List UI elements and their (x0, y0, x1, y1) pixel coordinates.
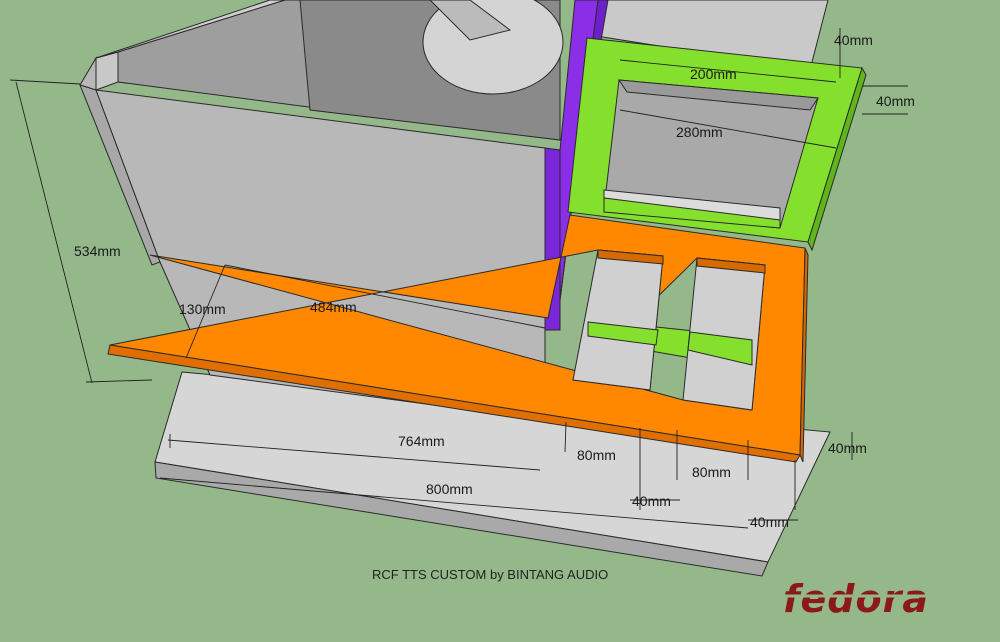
logo-wordmark: fedora (783, 577, 929, 621)
dim-inner-length: 764mm (398, 433, 445, 449)
dim-strip-depth: 130mm (179, 301, 226, 317)
dim-top-outer-width: 280mm (676, 124, 723, 140)
dim-top-edge: 40mm (834, 32, 873, 48)
dim-end-gap: 40mm (750, 514, 789, 530)
dim-right-side: 40mm (828, 440, 867, 456)
dim-strip-length: 484mm (310, 299, 357, 315)
enclosure-drawing: 40mm 200mm 40mm 280mm 534mm 130mm 484mm … (9, 0, 978, 621)
dim-top-inner-width: 200mm (690, 66, 737, 82)
dim-total-length: 800mm (426, 481, 473, 497)
diagram-title: RCF TTS CUSTOM by BINTANG AUDIO (372, 567, 608, 582)
dim-slot-1: 80mm (577, 447, 616, 463)
dim-height: 534mm (74, 243, 121, 259)
dim-top-right-side: 40mm (876, 93, 915, 109)
dim-slot-2: 80mm (692, 464, 731, 480)
fedora-logo: fedora (782, 577, 978, 621)
dim-mid-gap: 40mm (632, 493, 671, 509)
cad-diagram: 40mm 200mm 40mm 280mm 534mm 130mm 484mm … (0, 0, 1000, 642)
